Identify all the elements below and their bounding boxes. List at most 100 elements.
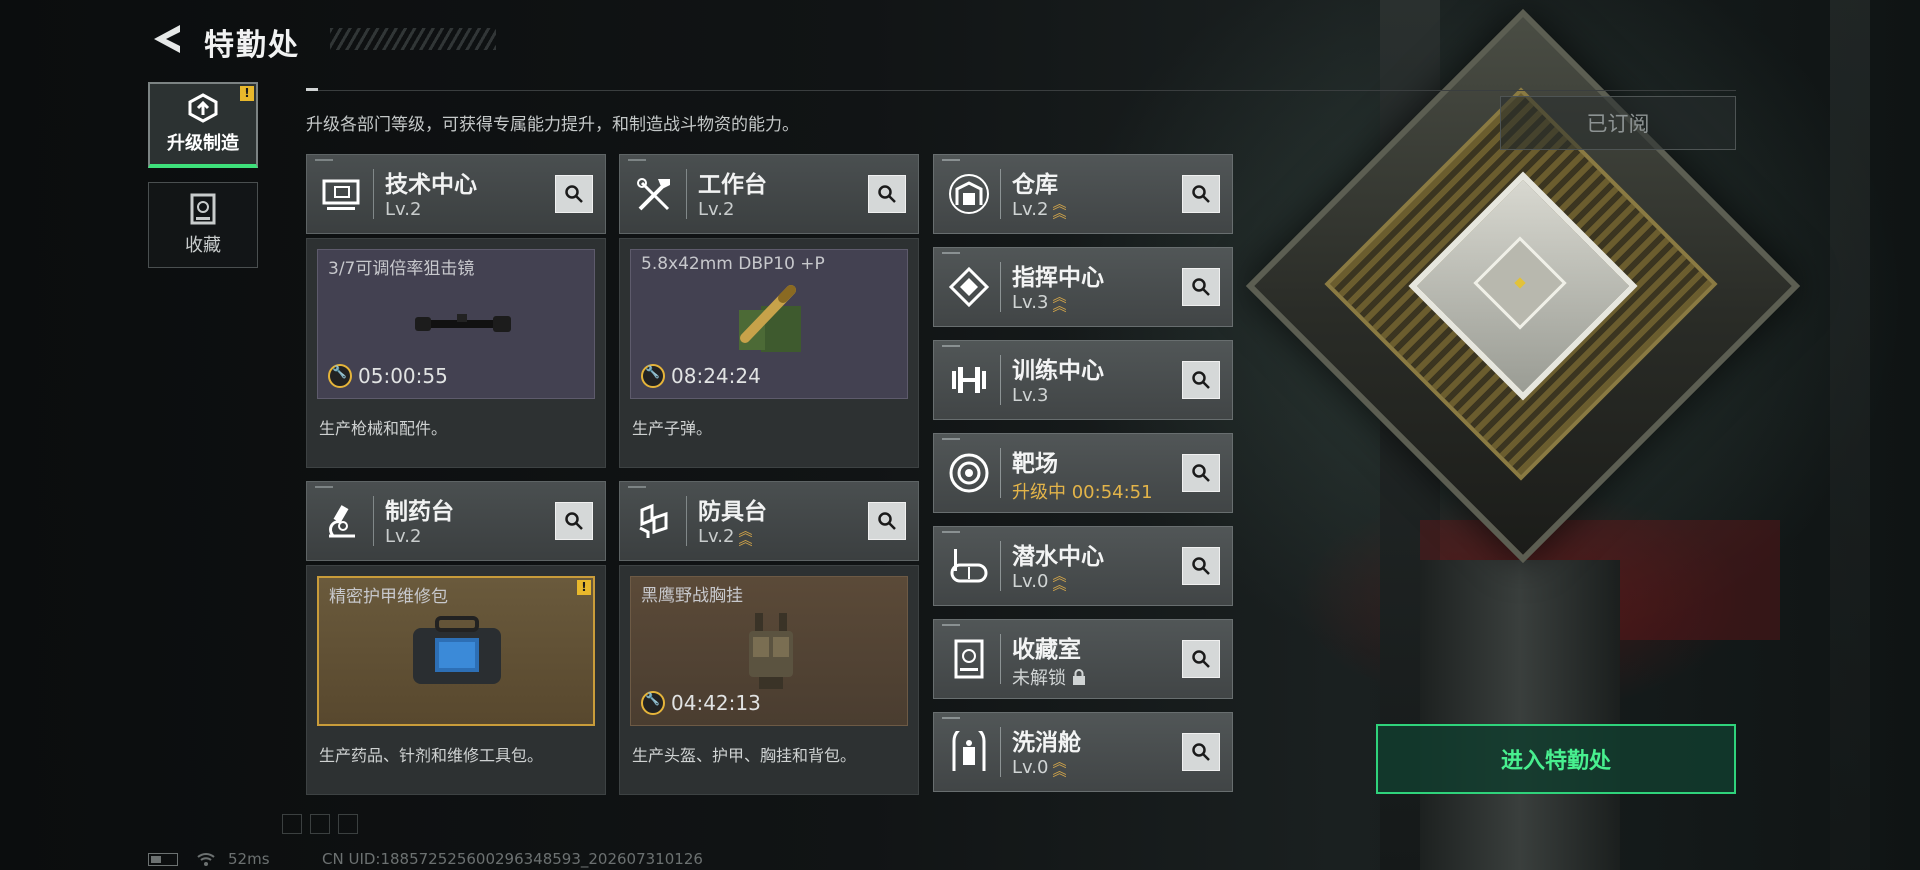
search-icon [878, 512, 896, 530]
room-name: 指挥中心 [1012, 265, 1104, 291]
search-icon [1192, 650, 1210, 668]
back-arrow-icon[interactable] [150, 22, 184, 56]
repair-kit-image [413, 616, 501, 684]
module-desc: 生产药品、针剂和维修工具包。 [319, 746, 544, 765]
timer-text: 04:42:13 [671, 691, 761, 715]
level-up-icon: ︽ ︽ [1052, 196, 1067, 222]
room-decon-chamber[interactable]: 洗消舱 Lv.0 ︽ ︽ [933, 712, 1233, 792]
divider [306, 90, 1736, 91]
module-name: 工作台 [698, 172, 767, 198]
lock-icon [1073, 669, 1085, 685]
room-warehouse[interactable]: 仓库 Lv.2 ︽ ︽ [933, 154, 1233, 234]
module-level: Lv.2 [385, 199, 422, 220]
search-button[interactable] [555, 175, 593, 213]
search-button[interactable] [1182, 361, 1220, 399]
room-command-center[interactable]: 指挥中心 Lv.3 ︽ ︽ [933, 247, 1233, 327]
module-workbench-body[interactable]: 5.8x42mm DBP10 +P 08:24:24 生产子弹。 [619, 238, 919, 468]
craft-slot[interactable]: 3/7可调倍率狙击镜 05:00:55 [317, 249, 595, 399]
scene-pedestal [1420, 560, 1620, 870]
nav-collection[interactable]: 收藏 [148, 182, 258, 268]
tools-icon [637, 178, 670, 211]
warning-badge: ! [240, 86, 254, 101]
craft-slot[interactable]: 精密护甲维修包 ! [317, 576, 595, 726]
room-training-center[interactable]: 训练中心 Lv.3 [933, 340, 1233, 420]
enter-special-ops-button[interactable]: 进入特勤处 [1376, 724, 1736, 794]
command-icon [948, 266, 990, 308]
level-up-icon: ︽ ︽ [738, 523, 753, 549]
room-upgrade-status: 升级中 00:54:51 [1012, 482, 1153, 503]
module-armor-bench-body[interactable]: 黑鹰野战胸挂 04:42:13 生产头盔、护甲、胸挂和背包。 [619, 565, 919, 795]
search-button[interactable] [1182, 454, 1220, 492]
module-level: Lv.2 [698, 199, 735, 220]
ping-text: 52ms [228, 850, 270, 868]
room-name: 收藏室 [1012, 637, 1081, 663]
craft-slot[interactable]: 5.8x42mm DBP10 +P 08:24:24 [630, 249, 908, 399]
corner-decoration [310, 814, 330, 834]
module-armor-bench-header[interactable]: 防具台 Lv.2 ︽ ︽ [619, 481, 919, 561]
level-text: Lv.0 [1012, 757, 1049, 778]
warehouse-icon [949, 174, 989, 214]
room-level: Lv.3 [1012, 385, 1049, 406]
search-button[interactable] [1182, 547, 1220, 585]
search-button[interactable] [1182, 640, 1220, 678]
title-decoration [330, 28, 496, 50]
module-pharmacy-header[interactable]: 制药台 Lv.2 [306, 481, 606, 561]
level-up-icon: ︽ ︽ [1052, 754, 1067, 780]
room-collection-room[interactable]: 收藏室 未解锁 [933, 619, 1233, 699]
search-button[interactable] [868, 502, 906, 540]
room-level: Lv.0 ︽ ︽ [1012, 754, 1067, 780]
search-button[interactable] [1182, 175, 1220, 213]
monitor-icon [322, 179, 360, 210]
nav-upgrade-craft[interactable]: 升级制造 ! [148, 82, 258, 168]
craft-slot[interactable]: 黑鹰野战胸挂 04:42:13 [630, 576, 908, 726]
room-name: 仓库 [1012, 172, 1058, 198]
search-button[interactable] [868, 175, 906, 213]
craft-item-name: 黑鹰野战胸挂 [641, 586, 743, 606]
room-level: Lv.3 ︽ ︽ [1012, 289, 1067, 315]
module-name: 制药台 [385, 499, 454, 525]
module-tech-center-header[interactable]: 技术中心 Lv.2 [306, 154, 606, 234]
room-level: 未解锁 [1012, 664, 1086, 690]
divider-mark [306, 88, 318, 91]
level-text: Lv.0 [1012, 571, 1049, 592]
armor-icon [639, 503, 668, 538]
module-workbench-header[interactable]: 工作台 Lv.2 [619, 154, 919, 234]
craft-timer: 05:00:55 [328, 364, 448, 388]
search-button[interactable] [1182, 733, 1220, 771]
level-up-icon: ︽ ︽ [1052, 289, 1067, 315]
room-shooting-range[interactable]: 靶场 升级中 00:54:51 [933, 433, 1233, 513]
ammo-box-image [739, 285, 801, 352]
locked-text: 未解锁 [1012, 668, 1066, 689]
module-tech-center-body[interactable]: 3/7可调倍率狙击镜 05:00:55 生产枪械和配件。 [306, 238, 606, 468]
chest-rig-image [749, 613, 793, 689]
level-text: Lv.2 [1012, 199, 1049, 220]
room-name: 潜水中心 [1012, 544, 1104, 570]
page-subtitle: 升级各部门等级，可获得专属能力提升，和制造战斗物资的能力。 [306, 115, 799, 135]
diving-mask-icon [950, 549, 988, 583]
room-name: 洗消舱 [1012, 730, 1081, 756]
search-button[interactable] [1182, 268, 1220, 306]
craft-item-name: 3/7可调倍率狙击镜 [328, 259, 475, 279]
corner-decoration [282, 814, 302, 834]
wifi-icon [197, 853, 215, 866]
craft-timer: 04:42:13 [641, 691, 761, 715]
decon-icon [952, 731, 986, 771]
upgrade-craft-icon [188, 93, 218, 123]
timer-text: 05:00:55 [358, 364, 448, 388]
scope-image [415, 314, 511, 332]
room-diving-center[interactable]: 潜水中心 Lv.0 ︽ ︽ [933, 526, 1233, 606]
module-pharmacy-body[interactable]: 精密护甲维修包 ! 生产药品、针剂和维修工具包。 [306, 565, 606, 795]
craft-timer: 08:24:24 [641, 364, 761, 388]
subscribed-button[interactable]: 已订阅 [1500, 96, 1736, 150]
target-icon [949, 453, 989, 493]
room-name: 训练中心 [1012, 358, 1104, 384]
microscope-icon [329, 505, 355, 538]
search-icon [565, 185, 583, 203]
search-button[interactable] [555, 502, 593, 540]
scene-pillar [1830, 0, 1870, 870]
room-level: Lv.2 ︽ ︽ [1012, 196, 1067, 222]
level-text: Lv.3 [1012, 292, 1049, 313]
search-icon [1192, 464, 1210, 482]
search-icon [1192, 185, 1210, 203]
battery-icon [148, 853, 178, 866]
